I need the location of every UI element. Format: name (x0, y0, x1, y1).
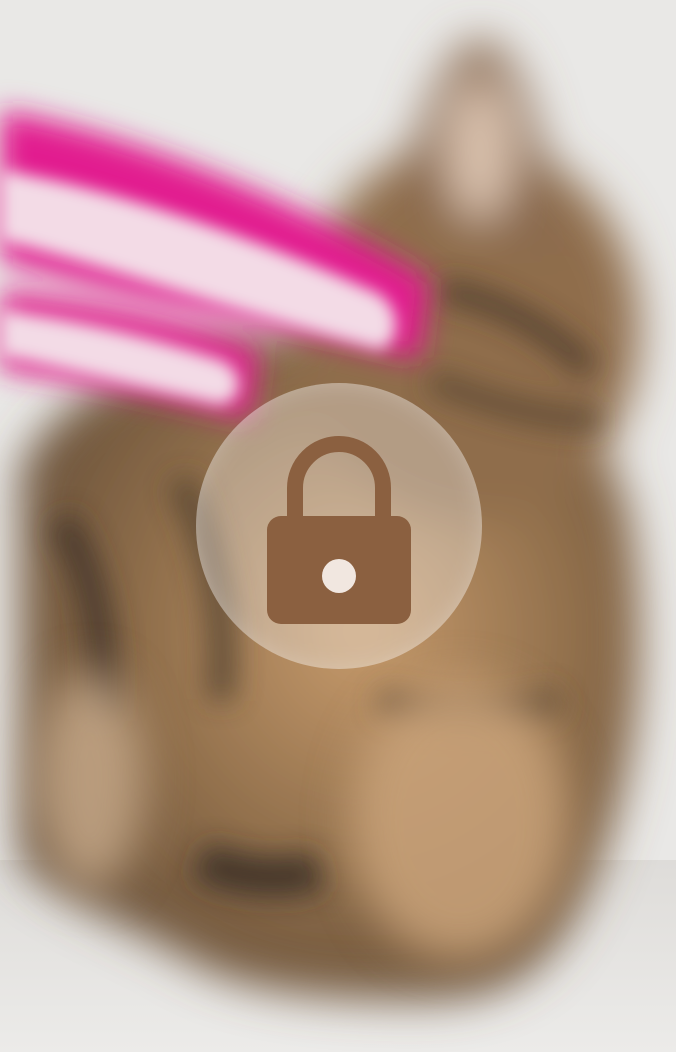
locked-media-screen (0, 0, 676, 1052)
lock-icon (267, 436, 411, 624)
lock-overlay[interactable] (196, 383, 482, 669)
